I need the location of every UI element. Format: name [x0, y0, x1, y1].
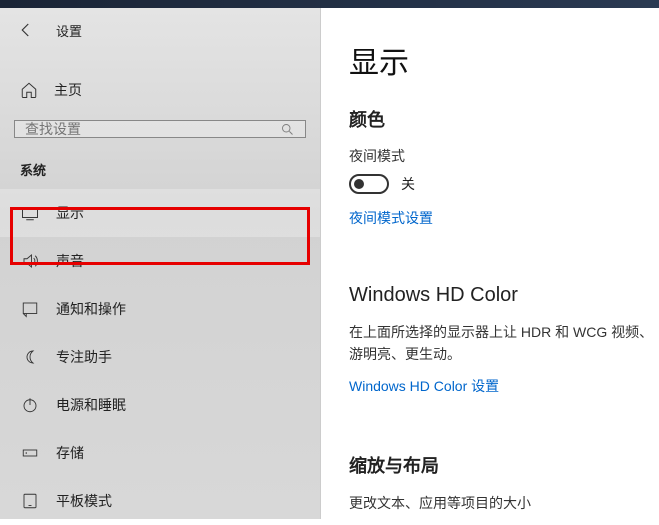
- tablet-icon: [20, 491, 40, 511]
- sidebar-item-sound[interactable]: 声音: [0, 237, 320, 285]
- night-mode-toggle[interactable]: [349, 174, 389, 194]
- section-heading-scale: 缩放与布局: [349, 452, 659, 478]
- night-mode-settings-link[interactable]: 夜间模式设置: [349, 208, 433, 228]
- search-box[interactable]: [14, 120, 306, 138]
- home-label: 主页: [54, 80, 82, 100]
- section-heading-color: 颜色: [349, 106, 659, 132]
- scale-desc: 更改文本、应用等项目的大小: [349, 492, 659, 514]
- color-section: 颜色 夜间模式 关 夜间模式设置: [349, 106, 659, 258]
- sidebar-item-label: 专注助手: [56, 347, 112, 367]
- search-input[interactable]: [25, 121, 272, 137]
- home-icon: [20, 81, 38, 99]
- sidebar-item-label: 存储: [56, 443, 84, 463]
- night-mode-toggle-row: 关: [349, 174, 659, 194]
- sidebar-item-label: 通知和操作: [56, 299, 126, 319]
- sidebar-item-focus[interactable]: 专注助手: [0, 333, 320, 381]
- night-mode-state: 关: [401, 174, 415, 194]
- sidebar-item-label: 平板模式: [56, 491, 112, 511]
- sound-icon: [20, 251, 40, 271]
- hdcolor-settings-link[interactable]: Windows HD Color 设置: [349, 376, 499, 396]
- notification-icon: [20, 299, 40, 319]
- section-label: 系统: [0, 138, 320, 189]
- storage-icon: [20, 443, 40, 463]
- night-mode-label: 夜间模式: [349, 146, 659, 166]
- back-button[interactable]: [14, 18, 38, 42]
- home-button[interactable]: 主页: [0, 68, 320, 112]
- header-title: 设置: [56, 21, 82, 40]
- page-title: 显示: [349, 38, 659, 82]
- header: 设置: [0, 8, 320, 50]
- sidebar-item-storage[interactable]: 存储: [0, 429, 320, 477]
- section-heading-hdcolor: Windows HD Color: [349, 284, 659, 307]
- sidebar-item-label: 显示: [56, 203, 84, 223]
- display-icon: [20, 203, 40, 223]
- focus-icon: [20, 347, 40, 367]
- search-icon: [280, 122, 295, 137]
- scale-section: 缩放与布局 更改文本、应用等项目的大小: [349, 452, 659, 514]
- hdcolor-desc: 在上面所选择的显示器上让 HDR 和 WCG 视频、游明亮、更生动。: [349, 321, 659, 366]
- hdcolor-section: Windows HD Color 在上面所选择的显示器上让 HDR 和 WCG …: [349, 284, 659, 426]
- sidebar-item-tablet[interactable]: 平板模式: [0, 477, 320, 525]
- sidebar-item-power[interactable]: 电源和睡眠: [0, 381, 320, 429]
- app-container: 设置 主页 系统 显示 声音 通知和操作 专注助手: [0, 8, 659, 519]
- sidebar-item-notifications[interactable]: 通知和操作: [0, 285, 320, 333]
- arrow-left-icon: [17, 21, 35, 39]
- power-icon: [20, 395, 40, 415]
- sidebar-item-display[interactable]: 显示: [0, 189, 320, 237]
- window-titlebar-strip: [0, 0, 659, 8]
- sidebar: 设置 主页 系统 显示 声音 通知和操作 专注助手: [0, 8, 320, 519]
- sidebar-item-label: 声音: [56, 251, 84, 271]
- sidebar-item-label: 电源和睡眠: [56, 395, 126, 415]
- content-pane: 显示 颜色 夜间模式 关 夜间模式设置 Windows HD Color 在上面…: [320, 8, 659, 519]
